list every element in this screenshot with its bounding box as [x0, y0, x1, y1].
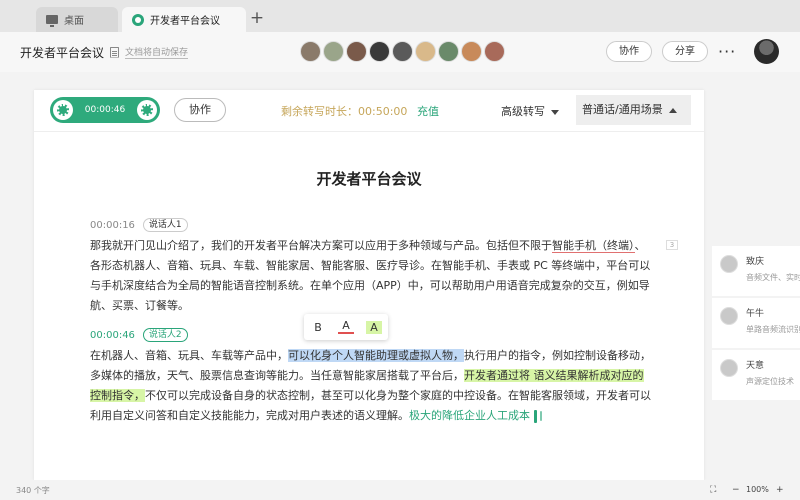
paragraph-text: 在机器人、音箱、玩具、车载等产品中，	[90, 349, 288, 362]
avatar[interactable]	[415, 41, 436, 62]
segment-time[interactable]: 00:00:16	[90, 220, 135, 231]
scene-label: 普通话/通用场景	[582, 103, 663, 116]
advanced-transcribe-dropdown[interactable]: 高级转写	[501, 103, 559, 119]
side-item-name: 致庆	[746, 257, 765, 267]
doc-title: 开发者平台会议	[20, 46, 105, 60]
avatar[interactable]	[300, 41, 321, 62]
recording-control[interactable]: 00:00:46	[50, 97, 160, 123]
tab-bar: 桌面 开发者平台会议 +	[0, 0, 800, 32]
side-item-name: 天意	[746, 361, 765, 371]
underlined-text: 智能手机	[552, 239, 596, 253]
live-transcript-text: 极大的降低企业人工成本	[409, 409, 530, 422]
side-item-desc: 声源定位技术	[746, 377, 794, 386]
speaker-tag[interactable]: 说话人2	[142, 328, 188, 342]
editor-card: 00:00:46 协作 剩余转写时长：00:50:00 充值 高级转写 普通话/…	[34, 90, 704, 480]
zoom-level: 100%	[746, 485, 769, 494]
recharge-link[interactable]: 充值	[417, 103, 439, 119]
stop-icon[interactable]	[137, 100, 157, 120]
share-button[interactable]: 分享	[662, 41, 708, 62]
avatar[interactable]	[346, 41, 367, 62]
tab-desktop-label: 桌面	[64, 16, 84, 27]
user-avatar[interactable]	[754, 39, 779, 64]
format-popup: B A A	[304, 314, 388, 340]
paragraph-text: 那我就开门见山介绍了，我们的开发者平台解决方案可以应用于多种领域与产品。包括但不…	[90, 239, 552, 252]
advanced-transcribe-label: 高级转写	[501, 105, 545, 118]
collab-button[interactable]: 协作	[606, 41, 652, 62]
document-icon	[110, 46, 119, 58]
tab-meeting-doc[interactable]: 开发者平台会议	[122, 7, 246, 32]
side-item-name: 午牛	[746, 309, 765, 319]
new-tab-icon[interactable]: +	[248, 9, 266, 27]
transcript-paragraph[interactable]: 那我就开门见山介绍了，我们的开发者平台解决方案可以应用于多种领域与产品。包括但不…	[90, 236, 652, 316]
highlight-button[interactable]: A	[366, 320, 382, 334]
side-item-desc: 音频文件、实时	[746, 273, 800, 282]
collaborator-avatars	[300, 41, 507, 62]
bold-button[interactable]: B	[310, 321, 326, 334]
side-item-desc: 单路音频流识别	[746, 325, 800, 334]
avatar[interactable]	[369, 41, 390, 62]
editor-toolbar: 00:00:46 协作 剩余转写时长：00:50:00 充值 高级转写 普通话/…	[34, 90, 704, 132]
scene-dropdown[interactable]: 普通话/通用场景	[576, 95, 691, 125]
save-status-text: 文档将自动保存	[125, 45, 189, 59]
zoom-in-icon[interactable]: +	[776, 485, 784, 495]
tab-desktop[interactable]: 桌面	[36, 7, 118, 32]
paragraph-text: 不仅可以完成设备自身的状态控制，甚至可以化身为整个家庭的中控设备。在智能客服领域…	[90, 389, 651, 422]
avatar	[720, 307, 738, 325]
side-panel-item[interactable]: 午牛 单路音频流识别	[712, 298, 800, 348]
chevron-up-icon	[668, 107, 677, 113]
fit-screen-icon[interactable]: ⛶	[710, 485, 716, 495]
transcript-paragraph[interactable]: 在机器人、音箱、玩具、车载等产品中，可以化身个人智能助理或虚拟人物，执行用户的指…	[90, 346, 652, 426]
chevron-down-icon	[551, 109, 559, 115]
more-menu-icon[interactable]: ···	[718, 42, 736, 61]
avatar[interactable]	[438, 41, 459, 62]
paragraph-number: 3	[666, 240, 678, 250]
doc-header: 开发者平台会议 文档将自动保存 协作 分享 ···	[0, 32, 800, 72]
word-count: 340 个字	[16, 486, 50, 495]
avatar	[720, 255, 738, 273]
avatar[interactable]	[484, 41, 505, 62]
selected-text: 可以化身个人智能助理或虚拟人物，	[288, 349, 464, 362]
segment-meta: 00:00:46 说话人2	[90, 328, 188, 342]
avatar[interactable]	[461, 41, 482, 62]
segment-time[interactable]: 00:00:46	[90, 330, 135, 341]
avatar	[720, 359, 738, 377]
text-cursor	[540, 411, 542, 421]
editor-collab-button[interactable]: 协作	[174, 98, 226, 122]
app-logo-icon	[132, 13, 144, 26]
zoom-out-icon[interactable]: −	[732, 485, 740, 495]
mic-icon[interactable]	[53, 100, 73, 120]
tab-meeting-doc-label: 开发者平台会议	[150, 16, 220, 27]
avatar[interactable]	[323, 41, 344, 62]
save-status: 文档将自动保存	[110, 45, 189, 59]
segment-meta: 00:00:16 说话人1	[90, 218, 188, 232]
side-panel-item[interactable]: 致庆 音频文件、实时	[712, 246, 800, 296]
recording-time: 00:00:46	[84, 105, 126, 115]
font-color-button[interactable]: A	[338, 320, 354, 334]
page-title: 开发者平台会议	[316, 170, 422, 188]
status-bar: 340 个字 ⛶ − 100% +	[0, 480, 800, 500]
monitor-icon	[46, 15, 58, 27]
speaker-tag[interactable]: 说话人1	[142, 218, 188, 232]
text-cursor	[534, 409, 537, 423]
avatar[interactable]	[392, 41, 413, 62]
underlined-text: （终端）	[596, 239, 635, 253]
remaining-time: 剩余转写时长：00:50:00	[281, 105, 408, 118]
side-panel-item[interactable]: 天意 声源定位技术	[712, 350, 800, 400]
